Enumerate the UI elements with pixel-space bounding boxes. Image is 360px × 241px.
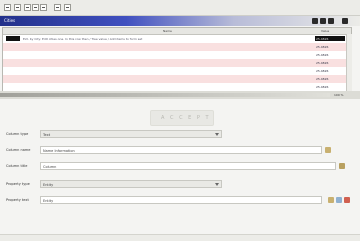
vertical-scrollbar[interactable] [346, 34, 352, 91]
table-header: Name Value [3, 28, 351, 35]
close-icon[interactable] [342, 18, 348, 24]
input-value: Entity [43, 198, 54, 203]
info-icon[interactable] [336, 197, 342, 203]
field-label: Column type [6, 132, 29, 136]
pin-icon[interactable] [312, 18, 318, 24]
open-icon[interactable] [14, 4, 21, 11]
table-cell: 25.4826 [316, 53, 329, 57]
column-name-input[interactable]: Name Information [40, 146, 322, 154]
data-table: Name Value Ext. by City: Edit cities one… [2, 27, 352, 92]
field-label: Column title [6, 164, 28, 168]
property-text-input[interactable]: Entity [40, 196, 322, 204]
accept-button-label: A C C E P T [161, 115, 211, 121]
field-label: Property type [6, 182, 30, 186]
select-value: Entity [43, 182, 54, 187]
column-type-select[interactable]: Text [40, 130, 222, 138]
row-selection-marker [6, 36, 20, 41]
toolbar [0, 0, 360, 16]
table-cell: Ext. by City: Edit cities one. In this r… [23, 37, 143, 41]
input-value: Column [43, 164, 57, 169]
table-row[interactable]: 25.4826 [3, 43, 351, 51]
column-header[interactable]: Value [321, 29, 329, 33]
menu-icon[interactable] [328, 18, 334, 24]
undo-icon[interactable] [54, 4, 61, 11]
column-title-input[interactable]: Column [40, 162, 336, 170]
panel-title-bar: Cities [0, 16, 360, 26]
edit-icon[interactable] [339, 163, 345, 169]
field-label: Property text [6, 198, 29, 202]
table-cell: 25.4826 [316, 45, 329, 49]
table-cell: 25.4826 [316, 37, 329, 41]
accept-button[interactable]: A C C E P T [150, 110, 214, 126]
panel-title: Cities [4, 18, 16, 23]
edit-icon[interactable] [325, 147, 331, 153]
expand-icon[interactable] [320, 18, 326, 24]
chevron-down-icon [215, 183, 219, 186]
edit-icon[interactable] [328, 197, 334, 203]
input-value: Name Information [43, 148, 75, 153]
select-value: Text [43, 132, 51, 137]
table-row[interactable]: Ext. by City: Edit cities one. In this r… [3, 35, 351, 43]
table-row[interactable]: 25.4826 [3, 51, 351, 59]
table-row[interactable]: 25.4826 [3, 83, 351, 91]
table-cell: 25.4826 [316, 69, 329, 73]
table-cell: 25.4826 [316, 61, 329, 65]
chevron-down-icon [215, 133, 219, 136]
horizontal-scrollbar[interactable] [0, 93, 330, 97]
field-label: Column name [6, 148, 31, 152]
print-icon[interactable] [40, 4, 47, 11]
table-row[interactable]: 25.4826 [3, 59, 351, 67]
delete-icon[interactable] [344, 197, 350, 203]
save-all-icon[interactable] [32, 4, 39, 11]
save-icon[interactable] [24, 4, 31, 11]
column-header[interactable]: Name [163, 29, 172, 33]
property-type-select[interactable]: Entity [40, 180, 222, 188]
zoom-level: 100 % [334, 93, 344, 97]
table-row[interactable]: 25.4826 [3, 75, 351, 83]
table-row[interactable]: 25.4826 [3, 67, 351, 75]
new-icon[interactable] [4, 4, 11, 11]
redo-icon[interactable] [64, 4, 71, 11]
table-cell: 25.4826 [316, 85, 329, 89]
table-cell: 25.4826 [316, 77, 329, 81]
